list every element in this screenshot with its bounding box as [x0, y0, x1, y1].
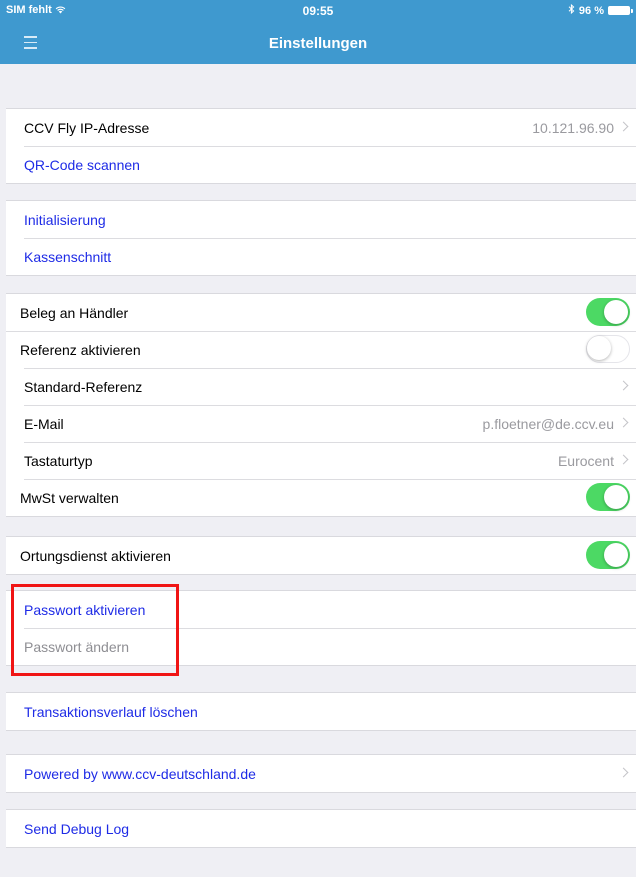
bluetooth-icon [568, 3, 575, 17]
standard-referenz-row[interactable]: Standard-Referenz [6, 368, 636, 405]
chevron-right-icon [618, 380, 629, 391]
chevron-right-icon [618, 121, 629, 132]
send-debug-log-button[interactable]: Send Debug Log [24, 821, 129, 837]
battery-status: 96 % [568, 3, 633, 17]
location-row: Ortungsdienst aktivieren [6, 537, 636, 574]
email-value: p.floetner@de.ccv.eu [482, 415, 614, 432]
clock: 09:55 [302, 4, 334, 18]
mwst-label: MwSt verwalten [20, 489, 119, 506]
beleg-toggle[interactable] [586, 298, 630, 326]
initialization-button[interactable]: Initialisierung [24, 212, 106, 228]
location-label: Ortungsdienst aktivieren [20, 547, 171, 564]
email-label: E-Mail [24, 415, 64, 432]
location-toggle[interactable] [586, 541, 630, 569]
initialization-row[interactable]: Initialisierung [6, 201, 636, 238]
highlight-annotation [11, 584, 179, 676]
referenz-toggle[interactable] [586, 335, 630, 363]
keyboard-type-label: Tastaturtyp [24, 452, 93, 469]
qr-scan-row[interactable]: QR-Code scannen [6, 146, 636, 183]
location-section: Ortungsdienst aktivieren [6, 536, 636, 575]
connection-section: CCV Fly IP-Adresse 10.121.96.90 QR-Code … [6, 108, 636, 184]
about-section: Powered by www.ccv-deutschland.de [6, 754, 636, 793]
ip-address-value: 10.121.96.90 [532, 119, 614, 136]
chevron-right-icon [618, 767, 629, 778]
history-section: Transaktionsverlauf löschen [6, 692, 636, 731]
ip-address-label: CCV Fly IP-Adresse [24, 119, 150, 136]
qr-scan-button[interactable]: QR-Code scannen [24, 157, 140, 173]
kassenschnitt-row[interactable]: Kassenschnitt [6, 238, 636, 275]
actions-section: Initialisierung Kassenschnitt [6, 200, 636, 276]
clear-history-button[interactable]: Transaktionsverlauf löschen [24, 704, 198, 720]
keyboard-type-row[interactable]: Tastaturtyp Eurocent [6, 442, 636, 479]
mwst-row: MwSt verwalten [6, 479, 636, 516]
referenz-row: Referenz aktivieren [6, 331, 636, 368]
debug-log-row[interactable]: Send Debug Log [6, 810, 636, 847]
receipt-settings-section: Beleg an Händler Referenz aktivieren Sta… [6, 293, 636, 517]
standard-referenz-label: Standard-Referenz [24, 378, 143, 395]
mwst-toggle[interactable] [586, 483, 630, 511]
keyboard-type-value: Eurocent [557, 452, 614, 469]
beleg-row: Beleg an Händler [6, 294, 636, 331]
chevron-right-icon [618, 417, 629, 428]
powered-by-row[interactable]: Powered by www.ccv-deutschland.de [6, 755, 636, 792]
ip-address-row[interactable]: CCV Fly IP-Adresse 10.121.96.90 [6, 109, 636, 146]
clear-history-row[interactable]: Transaktionsverlauf löschen [6, 693, 636, 730]
navigation-bar: SIM fehlt 09:55 96 % Einstellungen [0, 0, 636, 64]
chevron-right-icon [618, 454, 629, 465]
battery-percent: 96 % [578, 4, 604, 17]
status-bar: SIM fehlt 09:55 96 % [0, 0, 636, 20]
battery-icon [608, 6, 633, 15]
debug-section: Send Debug Log [6, 809, 636, 848]
referenz-label: Referenz aktivieren [20, 341, 141, 358]
kassenschnitt-button[interactable]: Kassenschnitt [24, 249, 111, 265]
page-title: Einstellungen [268, 35, 368, 52]
beleg-label: Beleg an Händler [20, 304, 129, 321]
powered-by-link[interactable]: Powered by www.ccv-deutschland.de [24, 766, 256, 782]
email-row[interactable]: E-Mail p.floetner@de.ccv.eu [6, 405, 636, 442]
